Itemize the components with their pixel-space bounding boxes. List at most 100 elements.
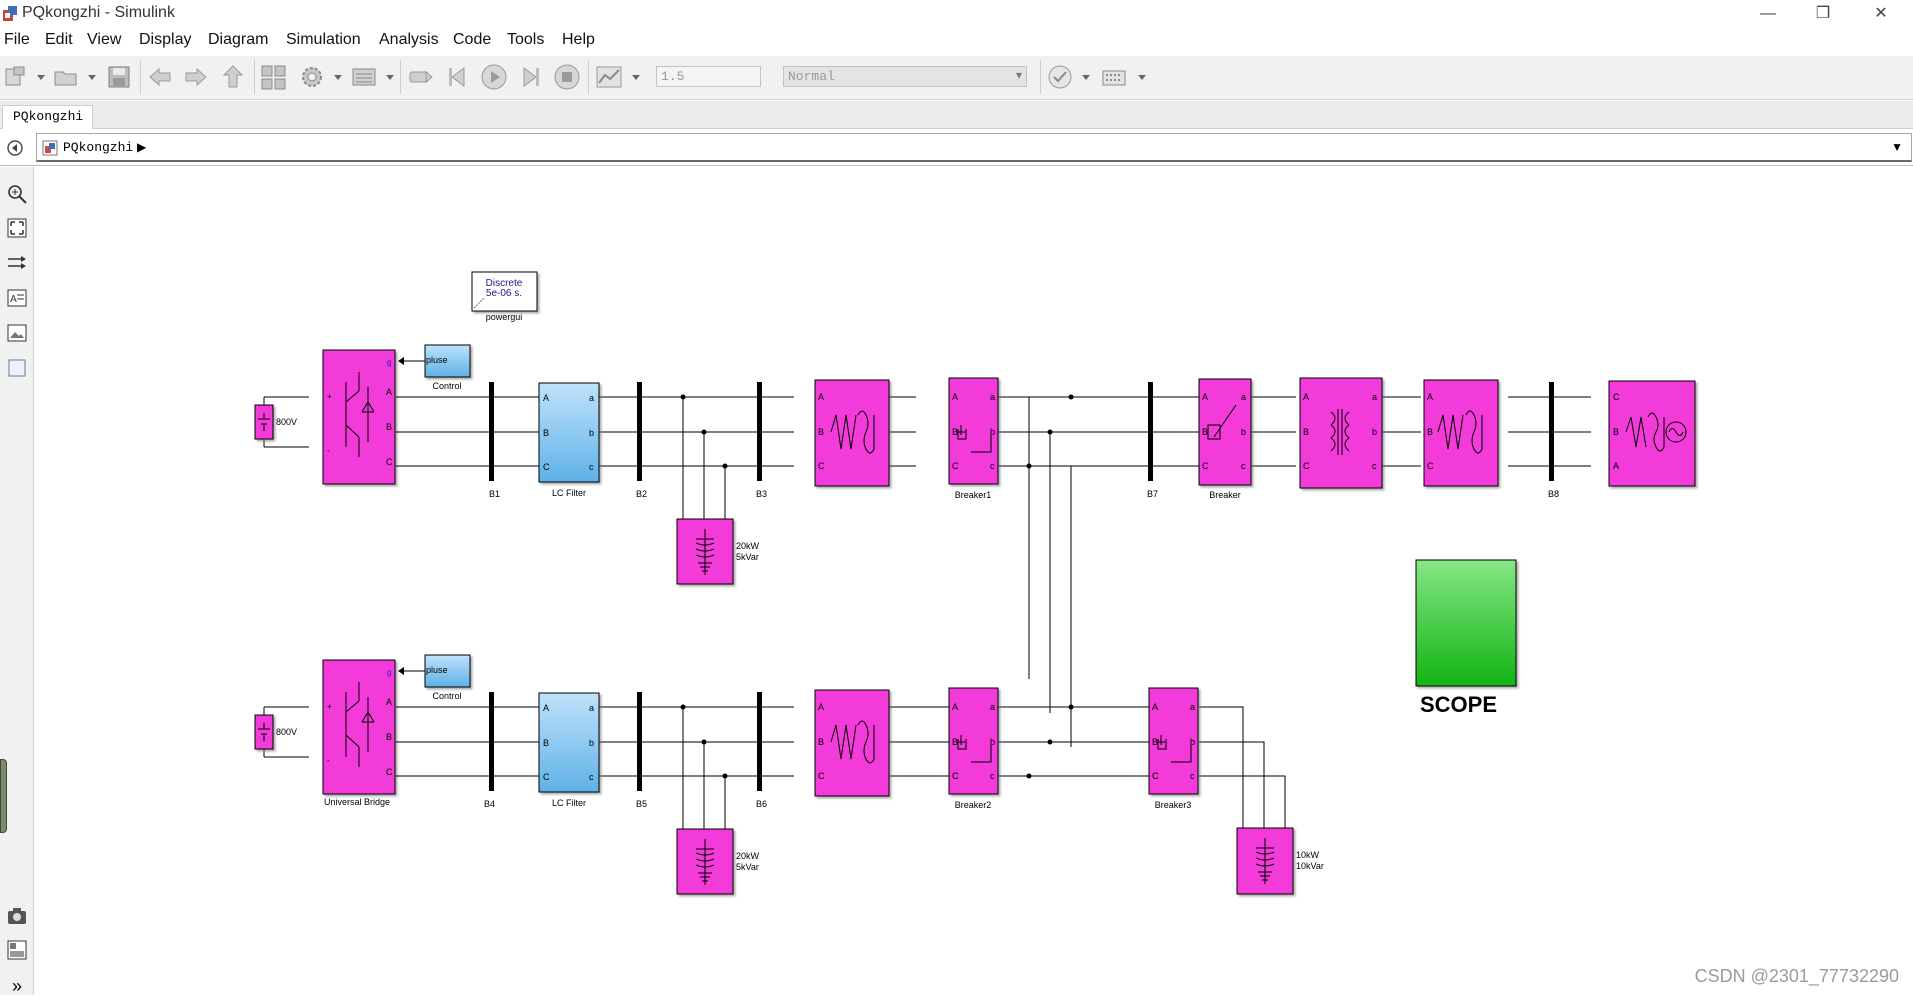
- menu-code[interactable]: Code: [453, 31, 491, 49]
- annotation-icon[interactable]: A: [6, 287, 28, 309]
- svg-text:C: C: [386, 767, 393, 777]
- area-icon[interactable]: [6, 357, 28, 379]
- line-impedance-upper-2[interactable]: A B C: [1423, 379, 1499, 487]
- svg-text:a: a: [990, 392, 995, 402]
- explorer-dropdown-icon[interactable]: [385, 72, 395, 82]
- model-browser-icon[interactable]: [6, 939, 28, 961]
- model-icon: [42, 140, 58, 156]
- three-phase-transformer[interactable]: A B C a b c: [1299, 377, 1383, 489]
- simulink-app-icon: [3, 6, 17, 21]
- powergui-line2: 5e-06 s.: [486, 288, 522, 299]
- menu-help[interactable]: Help: [562, 31, 595, 49]
- menu-edit[interactable]: Edit: [45, 31, 73, 49]
- control-block-lower[interactable]: pluse Control: [398, 654, 471, 701]
- breaker[interactable]: A B C a b c Breaker: [1198, 378, 1252, 500]
- title-bar: PQkongzhi - Simulink — ❐ ✕: [0, 0, 1913, 28]
- dc-source-lower[interactable]: 800V: [254, 706, 309, 758]
- breaker1[interactable]: ABC abc Breaker1: [948, 377, 999, 500]
- expand-palette-icon[interactable]: »: [6, 975, 28, 997]
- svg-text:B: B: [1613, 427, 1619, 437]
- screenshot-icon[interactable]: [6, 905, 28, 927]
- svg-text:B3: B3: [756, 489, 767, 499]
- control-block-upper[interactable]: pluse Control: [398, 344, 471, 391]
- svg-text:a: a: [589, 393, 594, 403]
- fit-to-view-icon[interactable]: [6, 217, 28, 239]
- save-icon[interactable]: [105, 63, 133, 91]
- svg-text:b: b: [589, 428, 594, 438]
- restore-button[interactable]: ❐: [1800, 0, 1846, 28]
- tab-model[interactable]: PQkongzhi: [2, 105, 94, 129]
- model-explorer-icon[interactable]: [350, 63, 378, 91]
- dc-source-upper[interactable]: 800V: [254, 396, 309, 448]
- close-button[interactable]: ✕: [1858, 0, 1904, 28]
- menu-analysis[interactable]: Analysis: [379, 31, 439, 49]
- run-icon[interactable]: [480, 63, 508, 91]
- hide-show-browser-icon[interactable]: [6, 139, 24, 157]
- up-to-parent-icon[interactable]: [219, 63, 247, 91]
- image-icon[interactable]: [6, 322, 28, 344]
- svg-text:B6: B6: [756, 799, 767, 809]
- minimize-button[interactable]: —: [1745, 0, 1791, 28]
- svg-text:B: B: [543, 738, 549, 748]
- inspector-dropdown-icon[interactable]: [631, 72, 641, 82]
- menu-view[interactable]: View: [87, 31, 121, 49]
- new-dropdown-icon[interactable]: [36, 72, 46, 82]
- model-path-breadcrumb[interactable]: PQkongzhi ▶ ▼: [36, 133, 1912, 162]
- rlc-load-upper[interactable]: 20kW 5kVar: [676, 518, 760, 585]
- back-icon[interactable]: [146, 63, 174, 91]
- svg-text:a: a: [1241, 392, 1246, 402]
- stop-time-field[interactable]: [656, 66, 761, 87]
- line-impedance-upper[interactable]: A B C: [814, 379, 890, 487]
- universal-bridge-upper[interactable]: + - g A B C: [322, 349, 396, 485]
- menu-file[interactable]: File: [4, 31, 30, 49]
- breaker2[interactable]: ABC abc Breaker2: [948, 687, 999, 810]
- svg-text:a: a: [589, 703, 594, 713]
- grid-source[interactable]: C B A: [1608, 380, 1696, 487]
- step-back-icon[interactable]: [444, 63, 472, 91]
- forward-icon[interactable]: [182, 63, 210, 91]
- svg-text:c: c: [1190, 771, 1195, 781]
- line-impedance-lower[interactable]: A B C: [814, 689, 890, 797]
- menu-diagram[interactable]: Diagram: [208, 31, 268, 49]
- svg-text:20kW: 20kW: [736, 541, 760, 551]
- powergui-block[interactable]: Discrete 5e-06 s. powergui: [471, 271, 538, 322]
- rlc-load-right[interactable]: 10kW 10kVar: [1236, 827, 1324, 895]
- open-icon[interactable]: [52, 63, 80, 91]
- scope-block[interactable]: SCOPE: [1415, 559, 1517, 717]
- open-dropdown-icon[interactable]: [87, 72, 97, 82]
- menu-display[interactable]: Display: [139, 31, 191, 49]
- step-config-icon[interactable]: [406, 63, 434, 91]
- step-forward-icon[interactable]: [516, 63, 544, 91]
- menu-bar: File Edit View Display Diagram Simulatio…: [0, 29, 1913, 53]
- settings-dropdown-icon[interactable]: [333, 72, 343, 82]
- toolbar-separator: [254, 60, 255, 94]
- breaker3[interactable]: ABC abc Breaker3: [1148, 687, 1199, 810]
- tab-strip: PQkongzhi: [0, 101, 1913, 129]
- model-settings-icon[interactable]: [298, 63, 326, 91]
- simulation-data-inspector-icon[interactable]: [595, 63, 623, 91]
- palette-resize-handle[interactable]: [0, 759, 7, 833]
- stop-icon[interactable]: [553, 63, 581, 91]
- model-advisor-icon[interactable]: [1046, 63, 1074, 91]
- zoom-icon[interactable]: [6, 183, 28, 205]
- menu-tools[interactable]: Tools: [507, 31, 544, 49]
- library-browser-icon[interactable]: [260, 63, 288, 91]
- rlc-load-lower[interactable]: 20kW 5kVar: [676, 828, 760, 895]
- advisor-dropdown-icon[interactable]: [1081, 72, 1091, 82]
- menu-simulation[interactable]: Simulation: [286, 31, 361, 49]
- arrange-signals-icon[interactable]: [6, 252, 28, 274]
- svg-text:c: c: [1241, 461, 1246, 471]
- universal-bridge-lower[interactable]: + - g A B C Universal Bridge: [322, 659, 396, 807]
- breadcrumb-model[interactable]: PQkongzhi: [63, 140, 133, 155]
- bus-bars-upper[interactable]: B1 B2 B3 B7 B8: [489, 382, 1559, 499]
- svg-text:A: A: [952, 392, 958, 402]
- build-model-icon[interactable]: [1100, 63, 1128, 91]
- svg-text:g: g: [387, 668, 391, 677]
- lc-filter-upper[interactable]: A B C a b c LC Filter: [538, 382, 600, 498]
- simulation-mode-select[interactable]: Normal ▾: [783, 66, 1027, 87]
- new-model-icon[interactable]: [2, 63, 30, 91]
- lc-filter-lower[interactable]: A B C a b c LC Filter: [538, 692, 600, 808]
- build-dropdown-icon[interactable]: [1137, 72, 1147, 82]
- model-canvas[interactable]: Discrete 5e-06 s. powergui 800V + - g A …: [36, 167, 1913, 995]
- address-dropdown-icon[interactable]: ▼: [1891, 140, 1903, 154]
